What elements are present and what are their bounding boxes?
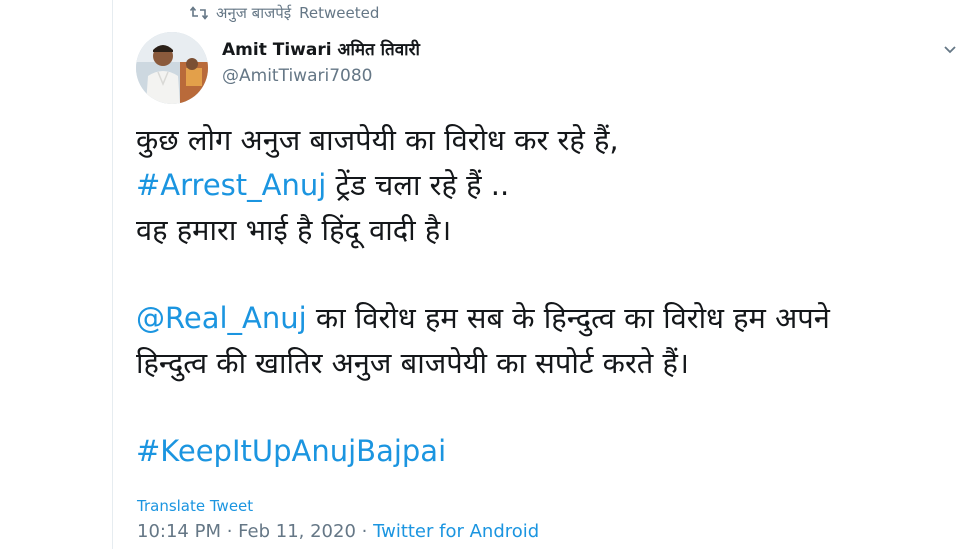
tweet-source-link[interactable]: Twitter for Android xyxy=(373,521,539,542)
tweet-time[interactable]: 10:14 PM xyxy=(137,521,221,542)
mention-real-anuj[interactable]: @Real_Anuj xyxy=(136,301,307,335)
tweet-meta: 10:14 PM · Feb 11, 2020 · Twitter for An… xyxy=(137,521,539,542)
hashtag-arrest-anuj[interactable]: #Arrest_Anuj xyxy=(136,168,326,202)
tweet-line-1: कुछ लोग अनुज बाजपेयी का विरोध कर रहे हैं… xyxy=(136,123,619,157)
tweet-line-4-text: का विरोध हम सब के हिन्दुत्व का विरोध हम … xyxy=(306,301,830,335)
meta-separator: · xyxy=(355,521,374,542)
author-name[interactable]: Amit Tiwari अमित तिवारी xyxy=(222,38,420,62)
chevron-down-icon[interactable] xyxy=(940,42,960,58)
tweet-line-2-text: ट्रेंड चला रहे हैं .. xyxy=(326,168,510,202)
retweeter-name[interactable]: अनुज बाजपेई xyxy=(216,3,291,23)
tweet-date[interactable]: Feb 11, 2020 xyxy=(238,521,356,542)
tweet-body: कुछ लोग अनुज बाजपेयी का विरोध कर रहे हैं… xyxy=(136,118,956,474)
retweet-context: अनुज बाजपेई Retweeted xyxy=(190,2,379,24)
author-block: Amit Tiwari अमित तिवारी @AmitTiwari7080 xyxy=(222,38,420,88)
timeline-divider xyxy=(112,0,113,549)
author-handle[interactable]: @AmitTiwari7080 xyxy=(222,64,420,88)
translate-tweet-link[interactable]: Translate Tweet xyxy=(137,497,253,515)
tweet-line-2: #Arrest_Anuj ट्रेंड चला रहे हैं .. xyxy=(136,163,956,208)
tweet-line-5: हिन्दुत्व की खातिर अनुज बाजपेयी का सपोर्… xyxy=(136,346,689,380)
meta-separator: · xyxy=(220,521,239,542)
tweet-line-3: वह हमारा भाई है हिंदू वादी है। xyxy=(136,213,452,247)
retweet-icon xyxy=(190,6,208,20)
retweeted-label: Retweeted xyxy=(299,4,380,22)
hashtag-keep-it-up[interactable]: #KeepItUpAnujBajpai xyxy=(136,429,956,474)
tweet-line-4: @Real_Anuj का विरोध हम सब के हिन्दुत्व क… xyxy=(136,296,956,341)
avatar[interactable] xyxy=(136,32,208,104)
